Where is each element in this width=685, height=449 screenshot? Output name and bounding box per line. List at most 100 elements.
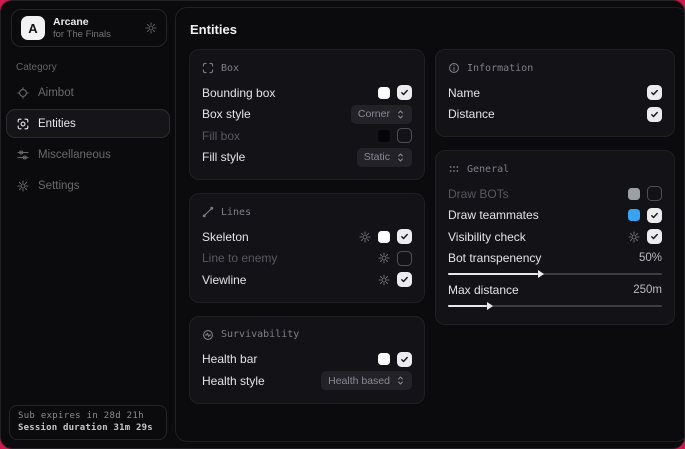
setting-label: Bounding box	[202, 86, 275, 100]
scan-icon	[17, 118, 29, 130]
setting-label: Visibility check	[448, 230, 526, 244]
slider-fill	[448, 305, 487, 307]
setting-row: Bounding box	[202, 82, 412, 104]
dropdown[interactable]: Health based	[321, 371, 412, 390]
frame-icon	[202, 62, 214, 74]
sidebar-item-label: Entities	[38, 118, 76, 130]
session-duration-text: Session duration 31m 29s	[18, 423, 158, 433]
checkbox[interactable]	[647, 85, 662, 100]
checkbox[interactable]	[647, 208, 662, 223]
setting-label: Name	[448, 86, 480, 100]
brand-card: A Arcane for The Finals	[11, 9, 167, 47]
setting-label: Box style	[202, 107, 251, 121]
gear-icon[interactable]	[359, 231, 371, 243]
setting-row: Visibility check	[448, 226, 662, 248]
app-window: A Arcane for The Finals Category AimbotE…	[0, 0, 685, 449]
gear-icon[interactable]	[378, 274, 390, 286]
sidebar-item-entities[interactable]: Entities	[6, 109, 170, 138]
slider-setting: Max distance 250m	[448, 281, 662, 307]
dropdown-value: Static	[364, 151, 390, 163]
setting-row: Viewline	[202, 269, 412, 291]
pulse-icon	[202, 329, 214, 341]
sliders-icon	[17, 149, 29, 161]
setting-label: Bot transpenency	[448, 251, 541, 265]
slider-thumb[interactable]	[538, 270, 544, 278]
column-right: InformationNameDistanceGeneralDraw BOTsD…	[435, 49, 675, 325]
row-controls	[378, 85, 412, 100]
setting-label: Fill box	[202, 129, 240, 143]
app-logo: A	[21, 16, 45, 40]
sidebar-item-label: Miscellaneous	[38, 149, 111, 161]
checkbox[interactable]	[397, 229, 412, 244]
updown-icon	[396, 375, 405, 386]
setting-label: Fill style	[202, 150, 245, 164]
slider-value: 250m	[633, 284, 662, 296]
setting-row: Distance	[448, 104, 662, 126]
setting-label: Skeleton	[202, 230, 249, 244]
card-header: Survivability	[202, 329, 412, 341]
dropdown[interactable]: Corner	[351, 105, 412, 124]
row-controls	[378, 128, 412, 143]
color-swatch[interactable]	[378, 353, 390, 365]
app-subtitle: for The Finals	[53, 29, 111, 41]
row-controls	[378, 352, 412, 367]
color-swatch[interactable]	[628, 209, 640, 221]
checkbox[interactable]	[397, 85, 412, 100]
row-controls: Health based	[321, 371, 412, 390]
slider-setting: Bot transpenency 50%	[448, 249, 662, 275]
updown-icon	[396, 152, 405, 163]
color-swatch[interactable]	[378, 130, 390, 142]
card-survivability: Survivability Health barHealth styleHealt…	[189, 316, 425, 404]
setting-label: Viewline	[202, 273, 246, 287]
card-header: Lines	[202, 206, 412, 218]
row-controls: Corner	[351, 105, 412, 124]
setting-row: Health styleHealth based	[202, 370, 412, 392]
setting-label: Distance	[448, 107, 495, 121]
setting-row: Name	[448, 82, 662, 104]
dropdown[interactable]: Static	[357, 148, 412, 167]
slider-track[interactable]	[448, 305, 662, 307]
checkbox[interactable]	[647, 229, 662, 244]
slider-track[interactable]	[448, 273, 662, 275]
setting-row: Draw teammates	[448, 205, 662, 227]
sidebar: A Arcane for The Finals Category AimbotE…	[1, 1, 175, 448]
row-controls	[647, 85, 662, 100]
card-box: BoxBounding boxBox styleCornerFill boxFi…	[189, 49, 425, 180]
sidebar-item-aimbot[interactable]: Aimbot	[6, 78, 170, 107]
setting-row: Skeleton	[202, 226, 412, 248]
row-controls	[628, 229, 662, 244]
sidebar-item-miscellaneous[interactable]: Miscellaneous	[6, 140, 170, 169]
card-title: General	[467, 164, 509, 175]
gear-icon[interactable]	[378, 252, 390, 264]
color-swatch[interactable]	[378, 87, 390, 99]
sidebar-item-settings[interactable]: Settings	[6, 171, 170, 200]
color-swatch[interactable]	[378, 231, 390, 243]
setting-row: Health bar	[202, 349, 412, 371]
checkbox[interactable]	[397, 272, 412, 287]
sidebar-item-label: Aimbot	[38, 87, 74, 99]
card-information: InformationNameDistance	[435, 49, 675, 137]
slider-thumb[interactable]	[487, 302, 493, 310]
color-swatch[interactable]	[628, 188, 640, 200]
updown-icon	[396, 109, 405, 120]
gear-icon[interactable]	[145, 22, 157, 34]
setting-label: Max distance	[448, 283, 519, 297]
checkbox[interactable]	[647, 186, 662, 201]
checkbox[interactable]	[397, 251, 412, 266]
app-title: Arcane	[53, 16, 111, 29]
row-controls	[628, 186, 662, 201]
line-icon	[202, 206, 214, 218]
checkbox[interactable]	[647, 107, 662, 122]
gear-icon[interactable]	[628, 231, 640, 243]
dropdown-value: Health based	[328, 375, 390, 387]
setting-row: Draw BOTs	[448, 183, 662, 205]
card-title: Lines	[221, 207, 251, 218]
slider-value: 50%	[639, 252, 662, 264]
checkbox[interactable]	[397, 128, 412, 143]
checkbox[interactable]	[397, 352, 412, 367]
setting-row: Line to enemy	[202, 248, 412, 270]
sidebar-nav: Aimbot Entities Miscellaneous Settings	[1, 78, 175, 200]
setting-row: Fill box	[202, 125, 412, 147]
settings-columns: BoxBounding boxBox styleCornerFill boxFi…	[189, 49, 675, 404]
page-title: Entities	[190, 22, 675, 37]
